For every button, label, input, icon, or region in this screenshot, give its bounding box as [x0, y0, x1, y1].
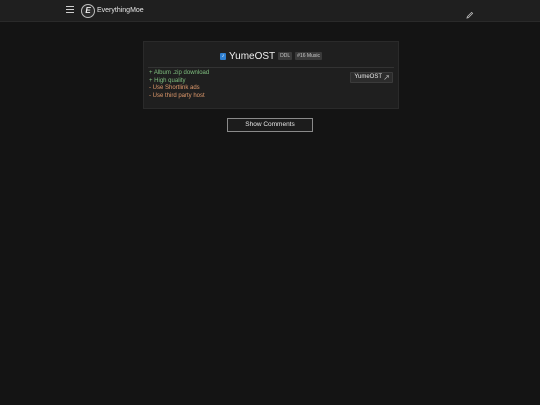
hamburger-icon[interactable]	[66, 6, 74, 14]
brand-logo-icon: E	[81, 3, 95, 18]
feature-item: - Use Shortlink ads	[149, 85, 200, 91]
feature-item: + High quality	[149, 77, 186, 84]
brand-name: EverythingMoe	[97, 7, 144, 14]
tag-category: #16 Music	[295, 52, 322, 60]
site-link-label: YumeOST	[354, 74, 382, 80]
feature-item: + Album .zip download	[149, 70, 210, 76]
top-navbar: E EverythingMoe	[0, 0, 540, 22]
card-title-row: ♪ YumeOST DDL #16 Music	[144, 50, 398, 62]
feature-item: - Use third party host	[149, 92, 205, 99]
card-title: YumeOST	[229, 50, 276, 62]
music-note-icon: ♪	[220, 52, 227, 60]
external-link-icon	[384, 75, 389, 80]
brand-link[interactable]: E EverythingMoe	[81, 3, 144, 18]
tag-ddl: DDL	[278, 52, 293, 60]
pencil-icon[interactable]	[466, 6, 474, 19]
navbar-inner: E EverythingMoe	[66, 0, 474, 21]
site-link-button[interactable]: YumeOST	[350, 72, 393, 83]
card-divider	[148, 67, 394, 68]
site-card: ♪ YumeOST DDL #16 Music + Album .zip dow…	[143, 41, 399, 109]
feature-list: + Album .zip download + High quality - U…	[149, 70, 209, 100]
show-comments-button[interactable]: Show Comments	[227, 118, 313, 132]
